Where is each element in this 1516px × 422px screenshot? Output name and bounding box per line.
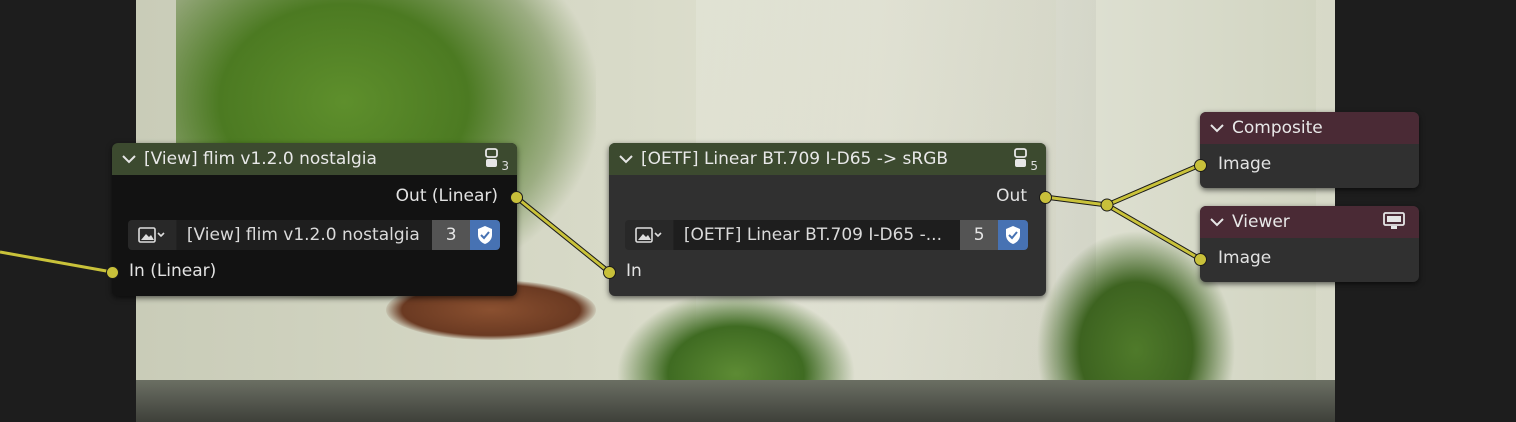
input-label: In (Linear) [129, 261, 217, 281]
datablock-name[interactable]: [View] flim v1.2.0 nostalgia [176, 220, 433, 250]
input-socket[interactable] [603, 266, 616, 279]
node-group-icon: 3 [485, 148, 509, 173]
node-title: Viewer [1232, 212, 1290, 232]
node-title: [View] flim v1.2.0 nostalgia [144, 149, 377, 169]
fake-user-shield-icon[interactable] [998, 220, 1028, 250]
datablock-users-count[interactable]: 3 [432, 220, 471, 250]
group-user-count: 3 [501, 159, 509, 173]
input-socket[interactable] [1194, 159, 1207, 172]
input-label: In [626, 261, 642, 281]
node-header[interactable]: [View] flim v1.2.0 nostalgia 3 [112, 143, 517, 175]
node-header[interactable]: [OETF] Linear BT.709 I-D65 -> sRGB 5 [609, 143, 1046, 175]
node-composite[interactable]: Composite Image [1194, 112, 1419, 188]
datablock-users-count[interactable]: 5 [960, 220, 999, 250]
group-user-count: 5 [1030, 159, 1038, 173]
chevron-down-icon[interactable] [1210, 217, 1232, 227]
link-incoming [0, 250, 113, 274]
input-socket[interactable] [106, 266, 119, 279]
output-socket-row: Out [996, 186, 1027, 208]
node-header[interactable]: Composite [1200, 112, 1419, 144]
output-socket-row: Out (Linear) [396, 186, 498, 208]
input-socket-row: In (Linear) [129, 261, 216, 283]
node-group-datablock[interactable]: [OETF] Linear BT.709 I-D65 -... 5 [625, 220, 1028, 250]
output-socket[interactable] [510, 191, 523, 204]
datablock-name[interactable]: [OETF] Linear BT.709 I-D65 -... [673, 220, 961, 250]
node-view-flim[interactable]: [View] flim v1.2.0 nostalgia 3 Out (Line… [106, 143, 523, 296]
backdrop-floor [136, 380, 1335, 422]
chevron-down-icon[interactable] [619, 154, 641, 164]
node-viewer[interactable]: Viewer Image [1194, 206, 1419, 282]
input-socket-row: Image [1218, 154, 1271, 176]
output-label: Out [996, 186, 1027, 206]
image-datablock-icon[interactable] [128, 220, 177, 250]
node-title: Composite [1232, 118, 1323, 138]
node-oetf[interactable]: [OETF] Linear BT.709 I-D65 -> sRGB 5 Out… [603, 143, 1052, 296]
image-datablock-icon[interactable] [625, 220, 674, 250]
node-group-icon: 5 [1014, 148, 1038, 173]
input-socket-row: In [626, 261, 642, 283]
node-header[interactable]: Viewer [1200, 206, 1419, 238]
input-label: Image [1218, 154, 1272, 174]
node-title: [OETF] Linear BT.709 I-D65 -> sRGB [641, 149, 949, 169]
input-socket[interactable] [1194, 253, 1207, 266]
output-label: Out (Linear) [395, 186, 498, 206]
chevron-down-icon[interactable] [122, 154, 144, 164]
input-label: Image [1218, 248, 1272, 268]
fake-user-shield-icon[interactable] [470, 220, 500, 250]
chevron-down-icon[interactable] [1210, 123, 1232, 133]
input-socket-row: Image [1218, 248, 1271, 270]
monitor-icon[interactable] [1383, 212, 1405, 235]
output-socket[interactable] [1039, 191, 1052, 204]
node-group-datablock[interactable]: [View] flim v1.2.0 nostalgia 3 [128, 220, 500, 250]
